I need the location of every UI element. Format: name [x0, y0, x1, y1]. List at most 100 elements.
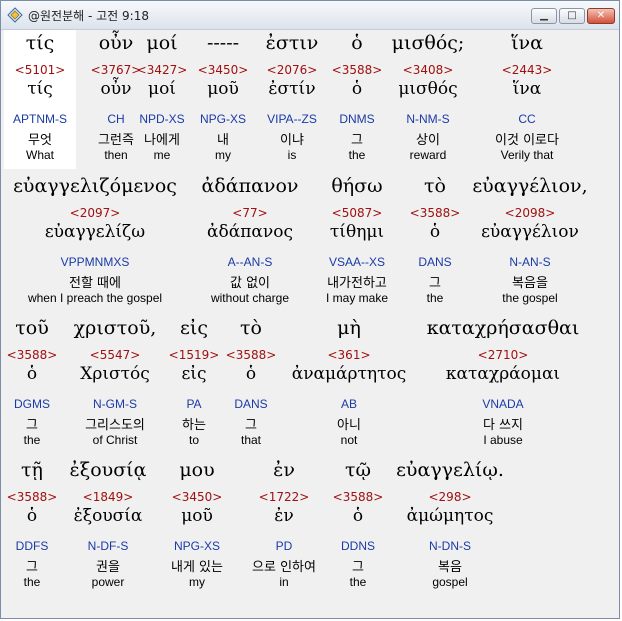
strong-number[interactable]: <3588> [7, 348, 58, 362]
korean-gloss: 복음 [438, 560, 462, 575]
english-gloss: the [23, 433, 41, 447]
korean-gloss: 그 [429, 276, 441, 291]
strong-number[interactable]: <3450> [198, 63, 249, 77]
parsing-code: VSAA--XS [328, 255, 386, 269]
strong-number[interactable]: <3408> [403, 63, 454, 77]
lemma: οὖν [100, 79, 132, 99]
english-gloss: without charge [210, 291, 290, 305]
greek-word[interactable]: καταχρήσασθαι [427, 317, 580, 339]
greek-word[interactable]: εὐαγγέλιον, [472, 175, 587, 197]
english-gloss: when I preach the gospel [27, 291, 163, 305]
english-gloss: in [279, 575, 289, 589]
greek-word[interactable]: μοί [146, 32, 177, 54]
strong-number[interactable]: <298> [428, 490, 471, 504]
lemma: μοῦ [181, 506, 213, 526]
lemma: ὁ [352, 506, 364, 526]
greek-word[interactable]: ἐστιν [266, 32, 319, 54]
strong-number[interactable]: <3588> [7, 490, 58, 504]
strong-number[interactable]: <3588> [410, 206, 461, 220]
greek-word[interactable]: ----- [207, 32, 239, 54]
english-gloss: I abuse [483, 433, 523, 447]
korean-gloss: 값 없이 [229, 276, 271, 291]
strong-number[interactable]: <2097> [70, 206, 121, 220]
greek-word[interactable]: ἀδάπανον [202, 175, 299, 197]
greek-word[interactable]: τὸ [240, 317, 262, 339]
lemma: εὐαγγέλιον [481, 222, 579, 242]
strong-number[interactable]: <1849> [83, 490, 134, 504]
greek-word[interactable]: εὐαγγελιζόμενος [13, 175, 177, 197]
maximize-icon: □ [567, 10, 577, 21]
parsing-code: DGMS [14, 397, 50, 411]
parsing-code: N-NM-S [406, 112, 450, 126]
lemma: καταχράομαι [445, 364, 561, 384]
korean-gloss: 그런즉 [98, 133, 134, 148]
greek-word[interactable]: ἐν [273, 459, 295, 481]
english-gloss: power [91, 575, 125, 589]
greek-word[interactable]: εὐαγγελίῳ. [396, 459, 504, 481]
english-gloss: I may make [325, 291, 389, 305]
parsing-code: N-DF-S [87, 539, 129, 553]
lemma: εὐαγγελίζω [44, 222, 146, 242]
english-gloss: to [188, 433, 200, 447]
greek-word[interactable]: εἰς [180, 317, 208, 339]
greek-word[interactable]: μὴ [337, 317, 361, 339]
korean-gloss: 나에게 [144, 133, 180, 148]
strong-number[interactable]: <3588> [226, 348, 277, 362]
greek-word[interactable]: τίς [26, 32, 55, 54]
korean-gloss: 복음을 [512, 276, 548, 291]
strong-number[interactable]: <1519> [169, 348, 220, 362]
english-gloss: my [189, 575, 205, 589]
parsing-code: NPG-XS [173, 539, 221, 553]
greek-word[interactable]: ἵνα [511, 32, 543, 54]
parsing-code: A--AN-S [227, 255, 273, 269]
english-gloss: the [349, 575, 367, 589]
english-gloss: gospel [432, 575, 468, 589]
strong-number[interactable]: <3588> [332, 63, 383, 77]
english-gloss: Verily that [500, 148, 554, 162]
greek-word[interactable]: μου [179, 459, 214, 481]
strong-number[interactable]: <5101> [15, 63, 66, 77]
greek-word[interactable]: οὖν [99, 32, 134, 54]
greek-word[interactable]: τοῦ [15, 317, 49, 339]
strong-number[interactable]: <3427> [137, 63, 188, 77]
parsing-code: N-AN-S [509, 255, 551, 269]
strong-number[interactable]: <5547> [90, 348, 141, 362]
title-bar[interactable]: @원전분해 - 고전 9:18 ▁ □ ✕ [1, 1, 619, 30]
greek-word[interactable]: ὁ [351, 32, 362, 54]
strong-number[interactable]: <1722> [259, 490, 310, 504]
greek-word[interactable]: θήσω [331, 175, 382, 197]
strong-number[interactable]: <3450> [172, 490, 223, 504]
strong-number[interactable]: <361> [327, 348, 370, 362]
korean-gloss: 다 쓰지 [482, 418, 524, 433]
lemma: ἀδάπανος [207, 222, 293, 242]
maximize-button[interactable]: □ [559, 8, 585, 24]
greek-word[interactable]: ἐξουσίᾳ [70, 459, 147, 481]
english-gloss: of Christ [92, 433, 138, 447]
lemma: ἀναμάρτητος [291, 364, 407, 384]
korean-gloss: 내가전하고 [327, 276, 387, 291]
greek-word[interactable]: μισθός; [392, 32, 465, 54]
korean-gloss: 권을 [96, 560, 120, 575]
lemma: εἰς [181, 364, 207, 384]
strong-number[interactable]: <3588> [333, 490, 384, 504]
strong-number[interactable]: <2098> [505, 206, 556, 220]
korean-gloss: 무엇 [28, 133, 52, 148]
greek-word[interactable]: τῷ [345, 459, 371, 481]
strong-number[interactable]: <3767> [91, 63, 142, 77]
strong-number[interactable]: <77> [232, 206, 267, 220]
english-gloss: the [426, 291, 444, 305]
strong-number[interactable]: <2710> [478, 348, 529, 362]
strong-number[interactable]: <2076> [267, 63, 318, 77]
greek-word[interactable]: τῇ [21, 459, 43, 481]
strong-number[interactable]: <2443> [502, 63, 553, 77]
greek-word[interactable]: τὸ [424, 175, 446, 197]
close-button[interactable]: ✕ [587, 8, 615, 24]
lemma: ὁ [26, 506, 38, 526]
greek-word[interactable]: χριστοῦ, [74, 317, 157, 339]
parsing-code: DDFS [15, 539, 49, 553]
lemma: μοῦ [207, 79, 239, 99]
minimize-button[interactable]: ▁ [531, 8, 557, 24]
strong-number[interactable]: <5087> [332, 206, 383, 220]
lemma: ὁ [26, 364, 38, 384]
parsing-code: DANS [234, 397, 268, 411]
